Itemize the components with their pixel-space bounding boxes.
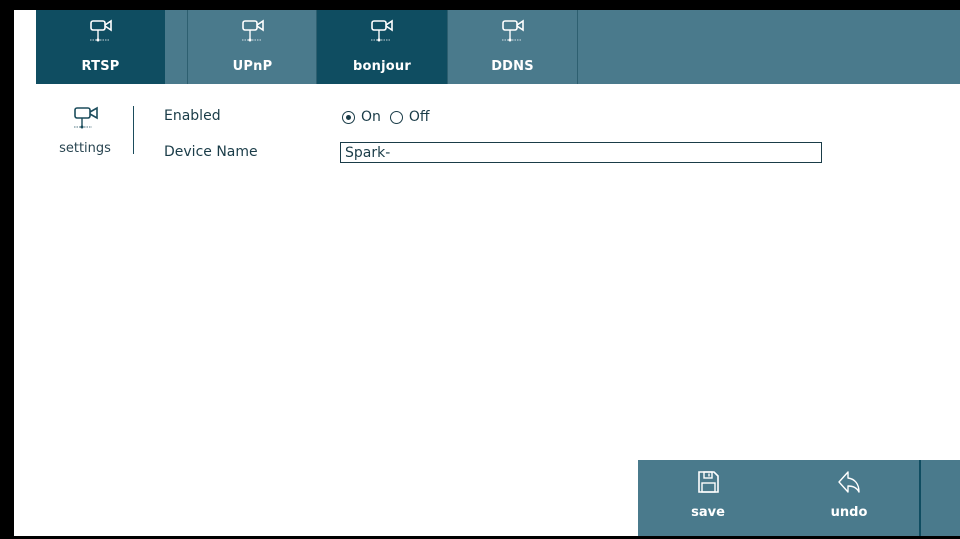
enabled-label: Enabled (164, 108, 221, 124)
camera-network-icon (74, 106, 98, 129)
tab-upnp[interactable]: UPnP (188, 10, 317, 84)
radio-on[interactable] (342, 110, 355, 124)
enabled-radio-group: On Off (342, 107, 439, 127)
camera-network-icon (89, 19, 112, 42)
action-toolbar: save undo (638, 460, 960, 536)
tab-rtsp[interactable]: RTSP (36, 10, 165, 84)
tab-ddns[interactable]: DDNS (448, 10, 577, 84)
radio-on-label[interactable]: On (361, 109, 381, 125)
camera-network-icon (501, 19, 524, 42)
undo-button[interactable]: undo (779, 460, 919, 536)
radio-off[interactable] (389, 110, 403, 124)
tab-bar: RTSP UPnP bonjour DDNS (36, 10, 960, 84)
camera-network-icon (241, 19, 264, 42)
settings-screen: RTSP UPnP bonjour DDNS settings Enabled … (14, 10, 960, 536)
settings-section-header: settings (50, 106, 120, 166)
tab-bonjour[interactable]: bonjour (317, 10, 447, 84)
floppy-disk-icon (698, 471, 719, 493)
save-button[interactable]: save (638, 460, 778, 536)
tab-label: RTSP (81, 59, 120, 74)
tab-label: DDNS (491, 59, 534, 74)
radio-off-label[interactable]: Off (409, 109, 430, 125)
camera-network-icon (371, 19, 393, 42)
tab-label: bonjour (353, 59, 411, 74)
tab-label: UPnP (232, 59, 273, 74)
undo-label: undo (830, 505, 868, 520)
undo-arrow-icon (838, 471, 860, 493)
device-name-label: Device Name (164, 144, 258, 160)
device-frame: RTSP UPnP bonjour DDNS settings Enabled … (0, 0, 960, 539)
save-label: save (691, 505, 725, 520)
section-divider (133, 106, 134, 154)
toolbar-divider (919, 460, 921, 536)
tab-divider (577, 10, 578, 84)
device-name-input[interactable] (340, 142, 822, 163)
section-label: settings (59, 141, 111, 156)
